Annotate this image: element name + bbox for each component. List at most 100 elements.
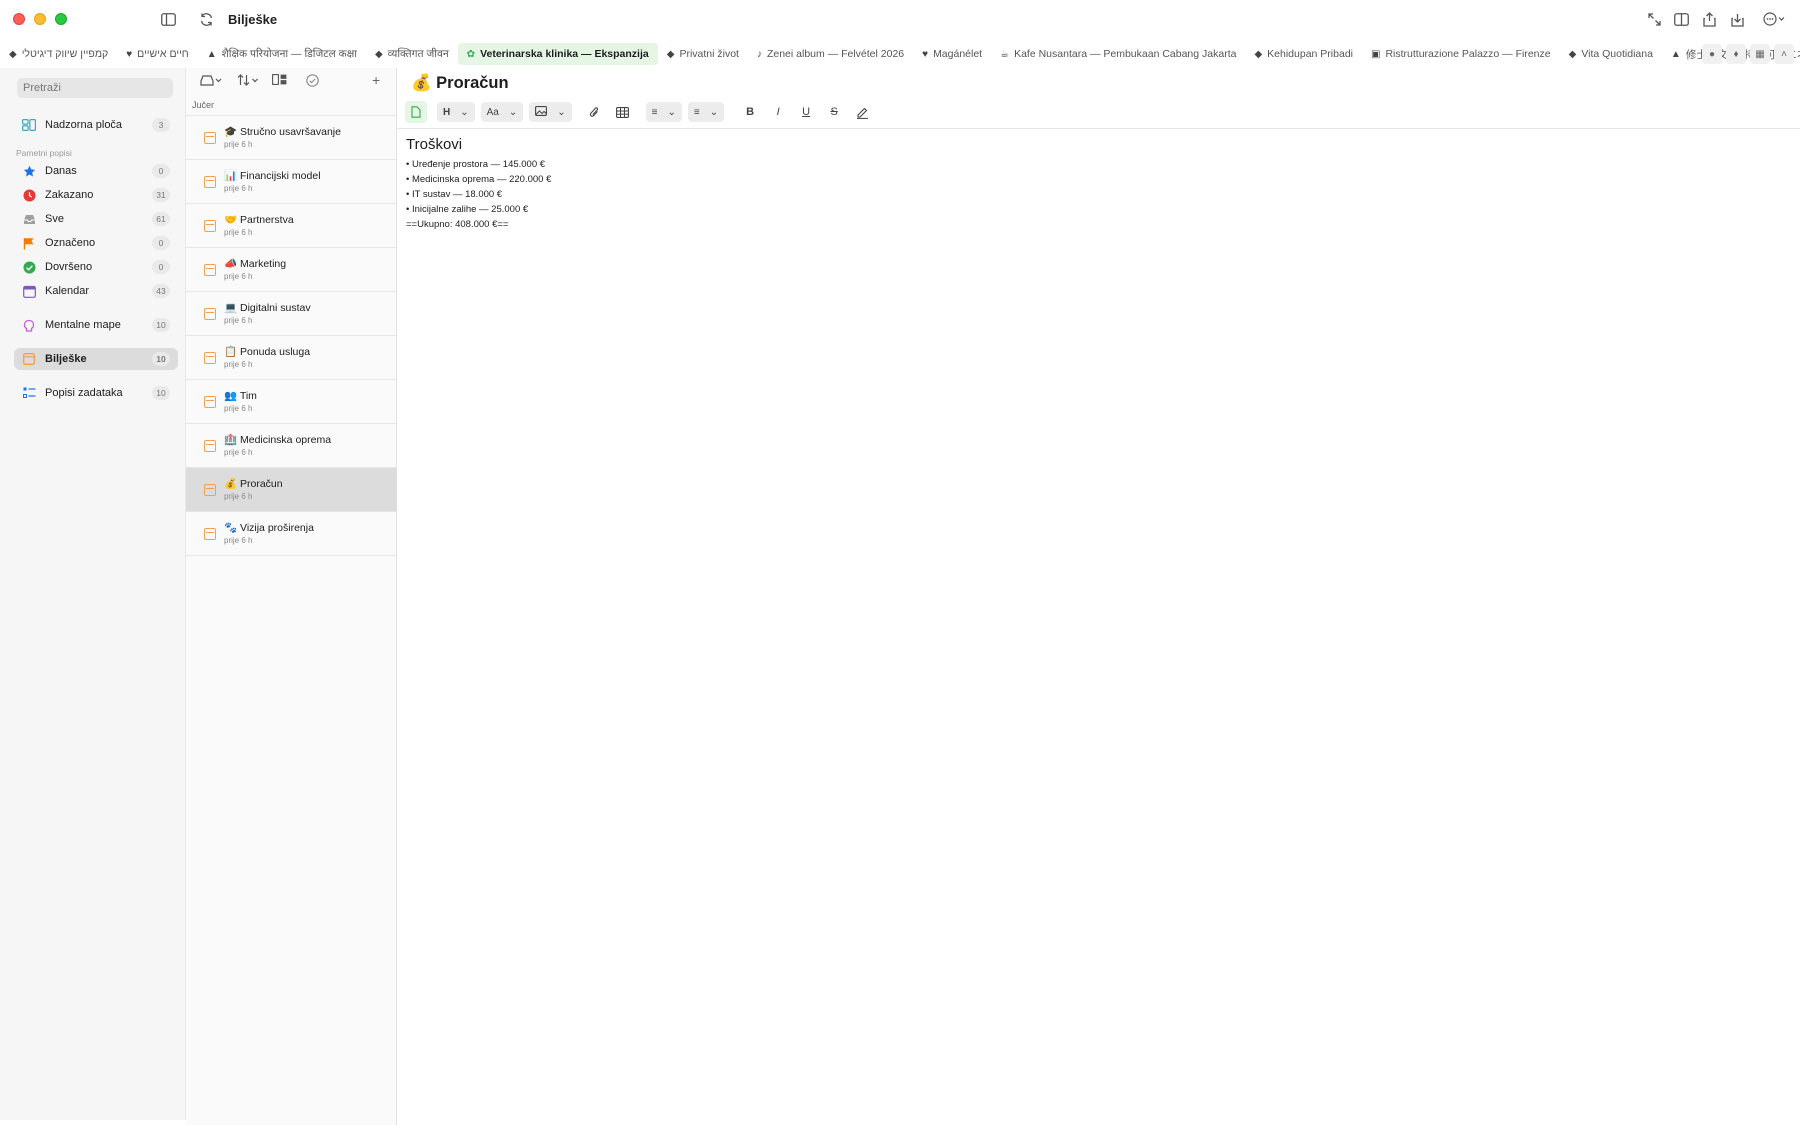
- smart-lists-label: Pametni popisi: [16, 148, 72, 158]
- sort-icon[interactable]: [237, 74, 259, 89]
- split-view-icon[interactable]: [1672, 10, 1690, 28]
- sidebar-item-dashboard[interactable]: Nadzorna ploča 3: [14, 114, 178, 136]
- note-item-label: Digitalni sustav: [240, 302, 311, 314]
- sidebar-item-all[interactable]: Sve 61: [14, 208, 178, 230]
- note-item-emoji: 💻: [224, 302, 238, 314]
- tab-8[interactable]: ☕ Kafe Nusantara — Pembukaan Cabang Jakar…: [991, 43, 1245, 65]
- list-dropdown[interactable]: ≡ ⌄: [687, 102, 725, 122]
- brain-icon: [22, 318, 36, 332]
- tab-4[interactable]: ✿ Veterinarska klinika — Ekspanzija: [457, 43, 658, 65]
- tab-5[interactable]: ◆ Privatni život: [658, 43, 748, 65]
- tab-0[interactable]: ◆ קמפיין שיווק דיגיטלי: [0, 43, 117, 65]
- font-dropdown[interactable]: Aa ⌄: [480, 102, 524, 122]
- list-item[interactable]: 🎓 Stručno usavršavanje prije 6 h: [186, 116, 397, 160]
- list-item[interactable]: 📣 Marketing prije 6 h: [186, 248, 397, 292]
- note-title[interactable]: 💰 Proračun: [411, 74, 509, 93]
- sidebar-item-flagged[interactable]: Označeno 0: [14, 232, 178, 254]
- tag-icon: ◆: [1254, 48, 1263, 60]
- sidebar-item-calendar[interactable]: Kalendar 43: [14, 280, 178, 302]
- note-item-label: Stručno usavršavanje: [240, 126, 341, 138]
- tab-2[interactable]: ▲ शैक्षिक परियोजना — डिजिटल कक्षा: [198, 43, 366, 65]
- tab-label: Vita Quotidiana: [1581, 48, 1653, 60]
- window-controls: [13, 13, 67, 25]
- note-title-emoji: 💰: [411, 74, 432, 92]
- tab-label: חיים אישיים: [137, 48, 189, 60]
- tab-6[interactable]: ♪ Zenei album — Felvétel 2026: [748, 43, 913, 65]
- sidebar-item-task-lists[interactable]: Popisi zadataka 10: [14, 382, 178, 404]
- tab-7[interactable]: ♥ Magánélet: [913, 43, 991, 65]
- minimize-window-button[interactable]: [34, 13, 46, 25]
- content-heading: Troškovi: [406, 136, 463, 153]
- list-item[interactable]: 📋 Ponuda usluga prije 6 h: [186, 336, 397, 380]
- list-item[interactable]: 📊 Financijski model prije 6 h: [186, 160, 397, 204]
- note-item-emoji: 🎓: [224, 126, 238, 138]
- tab-9[interactable]: ◆ Kehidupan Pribadi: [1245, 43, 1362, 65]
- tab-10[interactable]: ▣ Ristrutturazione Palazzo — Firenze: [1362, 43, 1560, 65]
- toolbar-divider: [397, 128, 1800, 129]
- strikethrough-button[interactable]: S: [820, 102, 848, 122]
- sidebar-item-notes[interactable]: Bilješke 10: [14, 348, 178, 370]
- note-icon: [204, 264, 216, 276]
- dashboard-icon: [22, 118, 36, 132]
- tab-11[interactable]: ◆ Vita Quotidiana: [1560, 43, 1662, 65]
- chevron-up-icon[interactable]: ˄: [1774, 44, 1794, 64]
- underline-button[interactable]: U: [792, 102, 820, 122]
- tab-label: शैक्षिक परियोजना — डिजिटल कक्षा: [221, 48, 357, 60]
- image-dropdown[interactable]: ⌄: [529, 102, 572, 122]
- content-line: • Inicijalne zalihe — 25.000 €: [406, 204, 529, 215]
- sidebar-item-today[interactable]: Danas 0: [14, 160, 178, 182]
- chevron-down-icon: ⌄: [709, 106, 719, 118]
- list-item[interactable]: 💰 Proračun prije 6 h: [186, 468, 397, 512]
- check-icon[interactable]: [306, 74, 319, 90]
- paperclip-icon[interactable]: [584, 102, 606, 122]
- add-note-button[interactable]: +: [372, 72, 380, 88]
- chevron-down-icon: ⌄: [508, 106, 518, 118]
- list-item[interactable]: 🤝 Partnerstva prije 6 h: [186, 204, 397, 248]
- filter-icon[interactable]: [200, 74, 222, 89]
- align-dropdown[interactable]: ≡ ⌄: [645, 102, 682, 122]
- export-icon[interactable]: [1728, 10, 1746, 28]
- note-item-label: Financijski model: [240, 170, 321, 182]
- list-item[interactable]: 💻 Digitalni sustav prije 6 h: [186, 292, 397, 336]
- note-icon: [22, 352, 36, 366]
- tab-1[interactable]: ♥ חיים אישיים: [117, 43, 197, 65]
- note-content[interactable]: Troškovi • Uređenje prostora — 145.000 €…: [406, 136, 551, 232]
- zoom-window-button[interactable]: [55, 13, 67, 25]
- list-item[interactable]: 👥 Tim prije 6 h: [186, 380, 397, 424]
- tag-icon: ◆: [1568, 48, 1577, 60]
- search-input[interactable]: [17, 78, 173, 98]
- close-window-button[interactable]: [13, 13, 25, 25]
- document-icon[interactable]: [405, 101, 427, 123]
- note-item-label: Vizija proširenja: [240, 522, 314, 534]
- note-item-time: prije 6 h: [224, 228, 253, 237]
- note-item-time: prije 6 h: [224, 140, 253, 149]
- notes-list: + Jučer 🎓 Stručno usavršavanje prije 6 h 📊…: [186, 68, 397, 1125]
- note-icon: [204, 308, 216, 320]
- note-item-label: Partnerstva: [240, 214, 294, 226]
- tab-3[interactable]: ◆ व्यक्तिगत जीवन: [366, 43, 458, 65]
- list-item[interactable]: 🏥 Medicinska oprema prije 6 h: [186, 424, 397, 468]
- tag-icon[interactable]: ●: [1702, 44, 1722, 64]
- more-options-icon[interactable]: [1762, 10, 1788, 28]
- sidebar-item-mind-maps[interactable]: Mentalne mape 10: [14, 314, 178, 336]
- sidebar-item-completed[interactable]: Dovršeno 0: [14, 256, 178, 278]
- view-mode-icon[interactable]: [272, 74, 287, 88]
- note-item-emoji: 🐾: [224, 522, 238, 534]
- bold-button[interactable]: B: [736, 102, 764, 122]
- highlighter-icon[interactable]: [848, 102, 876, 122]
- layout-icon[interactable]: ▦: [1750, 44, 1770, 64]
- tab-label: Ristrutturazione Palazzo — Firenze: [1385, 48, 1551, 60]
- expand-icon[interactable]: [1645, 10, 1663, 28]
- sync-icon[interactable]: [197, 10, 215, 28]
- bell-icon[interactable]: ♦: [1726, 44, 1746, 64]
- heart-icon: ♥: [126, 48, 133, 60]
- italic-button[interactable]: I: [764, 102, 792, 122]
- sidebar-toggle-icon[interactable]: [159, 10, 177, 28]
- share-icon[interactable]: [1700, 10, 1718, 28]
- table-icon[interactable]: [612, 102, 634, 122]
- heading-dropdown[interactable]: H ⌄: [437, 102, 475, 122]
- building-icon: ▣: [1371, 48, 1381, 60]
- list-item[interactable]: 🐾 Vizija proširenja prije 6 h: [186, 512, 397, 556]
- sidebar-item-scheduled[interactable]: Zakazano 31: [14, 184, 178, 206]
- note-icon: [204, 176, 216, 188]
